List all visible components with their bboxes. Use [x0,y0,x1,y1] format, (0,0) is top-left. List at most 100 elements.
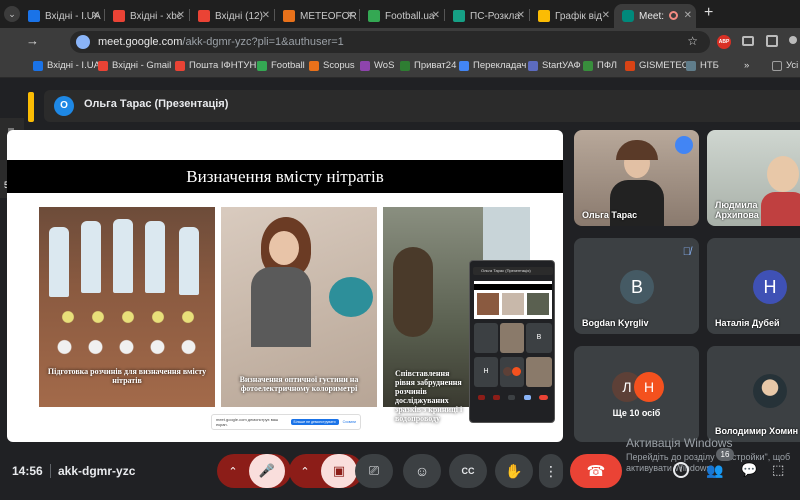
bookmark-wos[interactable]: WoS [360,60,394,71]
bookmark-mail[interactable]: Пошта ІФНТУНГ [175,60,261,71]
participant-tile-others[interactable]: Л Н Ще 10 осіб [574,346,699,442]
bookmark-football[interactable]: Football [257,60,305,71]
leave-call-button[interactable]: ☎ [570,454,622,488]
pip-title: Ольга Тарас (Презентація) [473,267,553,275]
scopus-icon [309,60,319,71]
tab-4[interactable]: Football.ua ✕ [360,4,444,28]
tab-0[interactable]: Вхідні - I.UA ✕ [20,4,104,28]
close-icon[interactable]: ✕ [602,10,610,21]
speaking-indicator-icon [675,136,693,154]
tab-7-active[interactable]: Meet: ✕ [614,4,696,28]
notification-text: meet.google.com демонструє ваш екран. [216,417,279,427]
site-info-icon[interactable] [76,35,90,49]
tab-label: Вхідні (12) [215,10,263,22]
tab-3[interactable]: METEOFOR ✕ [275,4,359,28]
bookmark-label: WoS [374,60,395,71]
pip-window[interactable]: Ольга Тарас (Презентація) B Н [469,260,555,423]
camera-off-button[interactable]: ▣ [321,454,357,488]
participant-avatar: Н [634,372,664,402]
pip-hangup-icon[interactable] [538,394,548,400]
caption-1: Підготовка розчинів для визначення вміст… [47,367,207,385]
more-vert-icon: ⋮ [544,462,558,479]
white-dishes [49,337,205,357]
mic-control: ⌃ 🎤 [217,454,291,488]
pip-share-icon[interactable] [523,394,531,400]
iua-icon [28,10,40,22]
tab-5[interactable]: ПС-Розкла ✕ [445,4,529,28]
mic-off-icon: 🎙̸ [682,246,691,258]
address-bar[interactable]: meet.google.com/akk-dgmr-yzc?pli=1&authu… [70,31,710,53]
info-button[interactable]: i [673,462,689,478]
participant-tile-liudmyla[interactable]: Людмила Архипова [707,130,800,226]
more-options-button[interactable]: ⋮ [539,454,563,488]
tab-label: ПС-Розкла [470,10,520,22]
bookmark-gismeteo[interactable]: GISMETEO [625,60,689,71]
tab-search-icon[interactable]: ⌄ [4,6,20,22]
bookmark-more-icon[interactable]: » [744,60,749,71]
close-icon[interactable]: ✕ [262,10,270,21]
puzzle-icon[interactable] [766,35,778,47]
close-icon[interactable]: ✕ [92,10,100,21]
bookmark-ntb[interactable]: НТБ [686,60,719,71]
new-tab-button[interactable]: + [704,4,713,22]
caption-3: Співставлення рівня забруднення розчинів… [395,369,463,423]
activities-button[interactable]: ⬚ [772,462,784,478]
raise-hand-button[interactable]: ✋ [495,454,533,488]
mic-options-chevron-icon[interactable]: ⌃ [217,465,249,478]
person-sweater [251,267,311,347]
profile-icon[interactable] [789,36,797,44]
participant-tile-bogdan[interactable]: B 🎙̸ Bogdan Kyrgliv [574,238,699,334]
mic-off-button[interactable]: 🎤 [249,454,285,488]
pip-photo [477,293,499,315]
tab-6[interactable]: Графік від ✕ [530,4,614,28]
url-text[interactable]: meet.google.com/akk-dgmr-yzc?pli=1&authu… [98,36,344,48]
camera-options-chevron-icon[interactable]: ⌃ [289,465,321,478]
bookmark-scopus[interactable]: Scopus [309,60,355,71]
adblock-icon[interactable]: ABP [717,35,731,49]
bookmark-privat[interactable]: Приват24 [400,60,456,71]
close-icon[interactable]: ✕ [432,10,440,21]
meet-icon [622,10,634,22]
emoji-button[interactable]: ☺ [403,454,441,488]
captions-button[interactable]: CC [449,454,487,488]
stop-sharing-button[interactable]: Більше не демонструвати [290,419,339,425]
extension-icon[interactable] [742,36,754,46]
tab-label: Графік від [555,10,602,22]
hang-up-icon: ☎ [586,463,606,480]
participant-tile-olga[interactable]: Ольга Тарас [574,130,699,226]
pip-controls [474,391,552,403]
close-icon[interactable]: ✕ [517,10,525,21]
bookmark-gmail[interactable]: Вхідні - Gmail [98,60,171,71]
chat-button[interactable]: 💬 [741,462,757,478]
pfl-icon [583,60,593,71]
presentation-slide[interactable]: Визначення вмісту нітратів Підготовка ро… [7,130,563,442]
present-button[interactable]: ⎚ [355,454,393,488]
close-icon[interactable]: ✕ [177,10,185,21]
bookmark-startuaf[interactable]: StartУАФ [528,60,581,71]
people-button[interactable]: 👥 [706,462,723,479]
bookmark-pfl[interactable]: ПФЛ [583,60,617,71]
bookmark-label: Усі [786,60,799,71]
pip-mic-icon[interactable] [478,394,486,400]
schedule-icon [453,10,465,22]
bookmark-iua[interactable]: Вхідні - I.UA [33,60,100,71]
hide-notification-button[interactable]: Сховати [343,420,356,424]
pip-cam-icon[interactable] [493,394,501,400]
bottle [179,227,199,295]
participant-tile-volodymyr[interactable]: Володимир Хомин [707,346,800,442]
others-count-label: Ще 10 осіб [612,408,661,418]
bookmark-translate[interactable]: Перекладач [459,60,526,71]
pip-present-icon[interactable] [508,394,516,400]
star-icon[interactable]: ☆ [687,34,698,48]
reload-icon[interactable]: → [26,33,39,48]
photo-colorimeter: Визначення оптичної густини на фотоелект… [221,207,377,407]
bookmark-all[interactable]: Усі [772,60,798,71]
tab-2[interactable]: Вхідні (12) ✕ [190,4,274,28]
tab-1[interactable]: Вхідні - xbc ✕ [105,4,189,28]
close-icon[interactable]: ✕ [347,10,355,21]
participant-tile-natalia[interactable]: Н Наталія Дубей [707,238,800,334]
url-host: meet.google.com [98,36,183,48]
participant-photo [753,374,787,408]
close-icon[interactable]: ✕ [684,10,692,21]
pip-photo [527,293,549,315]
